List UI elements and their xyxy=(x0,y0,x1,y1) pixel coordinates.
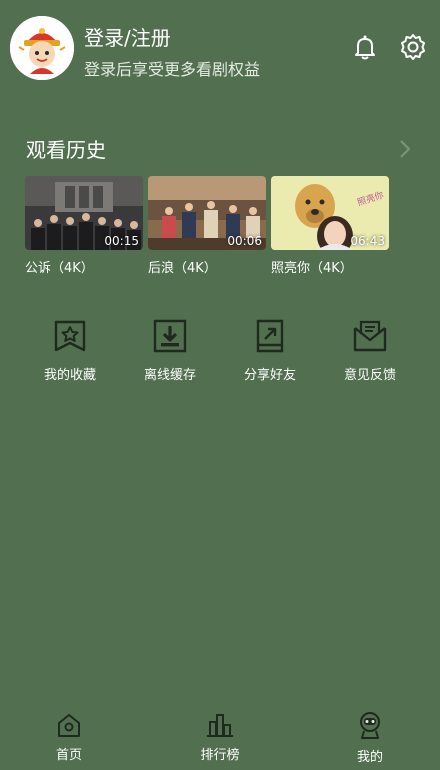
nav-home-label: 首页 xyxy=(55,748,82,763)
video-thumbnail[interactable]: 照亮你 06:43 xyxy=(271,176,389,250)
nav-ranking-label: 排行榜 xyxy=(200,748,240,763)
video-title[interactable]: 后浪（4K） xyxy=(148,257,266,276)
history-item[interactable]: 00:15 公诉（4K） xyxy=(25,176,143,276)
bottom-nav: 首页 排行榜 我的 xyxy=(0,712,440,770)
nav-profile[interactable]: 我的 xyxy=(325,712,415,765)
ranking-icon xyxy=(207,714,233,737)
feedback-mail-icon xyxy=(353,320,387,352)
profile-robot-icon xyxy=(360,712,380,739)
history-item[interactable]: 00:06 后浪（4K） xyxy=(148,176,266,276)
favorites-label: 我的收藏 xyxy=(43,368,96,383)
avatar[interactable] xyxy=(10,16,74,80)
video-thumbnail[interactable]: 00:06 xyxy=(148,176,266,250)
favorites-star-icon xyxy=(54,320,86,352)
share-friends-label: 分享好友 xyxy=(243,368,296,383)
share-icon xyxy=(256,319,284,353)
offline-cache-label: 离线缓存 xyxy=(143,368,196,383)
feedback-button[interactable]: 意见反馈 xyxy=(320,318,420,383)
download-icon xyxy=(153,319,187,353)
offline-cache-button[interactable]: 离线缓存 xyxy=(120,318,220,383)
gear-icon[interactable] xyxy=(398,32,428,62)
video-title[interactable]: 照亮你（4K） xyxy=(271,257,389,276)
profile-page: 登录/注册 登录后享受更多看剧权益 观看历史 00:15 公诉（4K） 00:0… xyxy=(0,0,440,770)
nav-home[interactable]: 首页 xyxy=(24,712,114,763)
nav-profile-label: 我的 xyxy=(356,750,383,765)
user-header: 登录/注册 登录后享受更多看剧权益 xyxy=(10,16,430,82)
nav-ranking[interactable]: 排行榜 xyxy=(175,712,265,763)
bell-icon[interactable] xyxy=(350,32,380,62)
quick-actions: 我的收藏 离线缓存 分享好友 意见反馈 xyxy=(20,318,420,388)
watch-history-title: 观看历史 xyxy=(26,138,106,162)
video-duration: 06:43 xyxy=(350,234,385,248)
chevron-right-icon[interactable] xyxy=(396,138,414,160)
home-icon xyxy=(58,714,80,737)
history-item[interactable]: 照亮你 06:43 照亮你（4K） xyxy=(271,176,389,276)
video-duration: 00:15 xyxy=(104,234,139,248)
video-duration: 00:06 xyxy=(227,234,262,248)
login-benefits-subtitle: 登录后享受更多看剧权益 xyxy=(84,60,261,79)
favorites-button[interactable]: 我的收藏 xyxy=(20,318,120,383)
login-register-title[interactable]: 登录/注册 xyxy=(84,22,171,51)
video-title[interactable]: 公诉（4K） xyxy=(25,257,143,276)
feedback-label: 意见反馈 xyxy=(343,368,396,383)
share-friends-button[interactable]: 分享好友 xyxy=(220,318,320,383)
history-list: 00:15 公诉（4K） 00:06 后浪（4K） 照亮你 06:43 照亮你（… xyxy=(25,176,415,276)
avatar-mascot-icon xyxy=(10,16,74,80)
video-thumbnail[interactable]: 00:15 xyxy=(25,176,143,250)
